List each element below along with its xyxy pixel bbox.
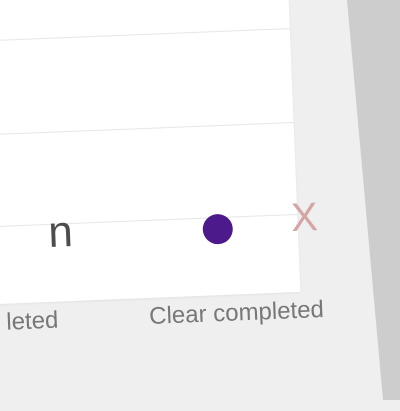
delete-todo-button[interactable]: X <box>283 192 325 244</box>
row-divider <box>0 122 294 138</box>
clear-completed-button[interactable]: Clear completed <box>149 296 325 331</box>
todo-app: n X leted Clear completed <box>0 0 400 409</box>
todo-item-label[interactable]: n <box>42 202 74 263</box>
filter-completed-link[interactable]: leted <box>6 304 118 336</box>
row-divider <box>0 28 290 44</box>
